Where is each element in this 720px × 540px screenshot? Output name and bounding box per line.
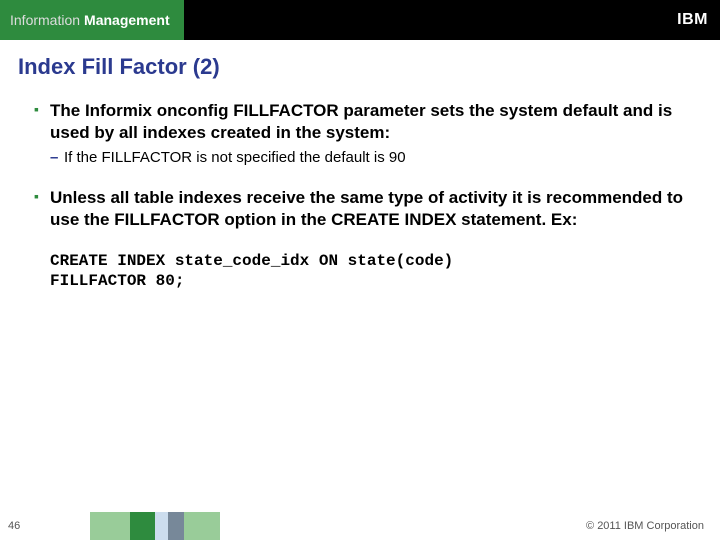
bullet-item: Unless all table indexes receive the sam… [34, 187, 694, 231]
content-area: The Informix onconfig FILLFACTOR paramet… [0, 92, 720, 292]
page-number: 46 [8, 520, 20, 532]
bullet-block: Unless all table indexes receive the sam… [34, 187, 694, 231]
code-line: CREATE INDEX state_code_idx ON state(cod… [50, 251, 694, 272]
brand-prefix: Information [10, 12, 80, 28]
copyright-text: © 2011 IBM Corporation [586, 520, 704, 532]
bullet-block: The Informix onconfig FILLFACTOR paramet… [34, 100, 694, 167]
slide-header: Information Management IBM [0, 0, 720, 40]
page-title: Index Fill Factor (2) [0, 40, 720, 92]
bullet-item: The Informix onconfig FILLFACTOR paramet… [34, 100, 694, 144]
brand-word: Management [84, 12, 170, 28]
code-line: FILLFACTOR 80; [50, 271, 694, 292]
brand-badge: Information Management [0, 0, 184, 40]
sub-bullet-item: If the FILLFACTOR is not specified the d… [34, 148, 694, 168]
code-sample: CREATE INDEX state_code_idx ON state(cod… [34, 251, 694, 293]
ibm-logo: IBM [677, 11, 708, 29]
slide-footer: 46 © 2011 IBM Corporation [0, 512, 720, 540]
